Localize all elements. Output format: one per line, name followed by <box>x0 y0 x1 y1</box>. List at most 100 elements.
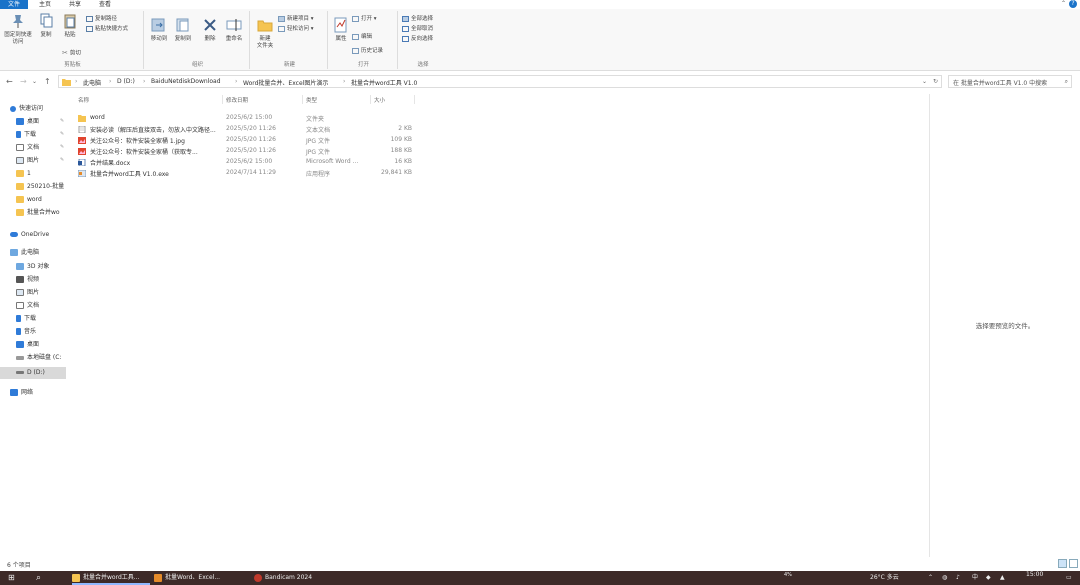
nav-network[interactable]: 网络 <box>10 387 33 399</box>
search-input[interactable]: 在 批量合并word工具 V1.0 中搜索 ⌕ <box>948 75 1072 88</box>
column-name[interactable]: 名称 <box>78 96 89 104</box>
weather-widget[interactable]: 26°C 多云 <box>870 571 899 585</box>
paste-shortcut-button[interactable]: 粘贴快捷方式 <box>86 25 128 33</box>
ime-indicator[interactable]: 中 <box>972 571 978 585</box>
nav-drive-d[interactable]: D (D:) <box>0 367 66 379</box>
taskbar-bandicam[interactable]: Bandicam 2024 <box>254 571 334 585</box>
rename-button[interactable]: 重命名 <box>222 17 246 43</box>
new-folder-button[interactable]: 新建 文件夹 <box>254 17 276 50</box>
address-dropdown-icon[interactable]: ⌄ <box>922 78 927 85</box>
new-item-label: 新建项目 <box>287 16 310 22</box>
column-separator[interactable] <box>414 95 415 104</box>
organize-group-label: 组织 <box>191 62 203 68</box>
copy-path-button[interactable]: 复制路径 <box>86 15 117 23</box>
chevron-up-icon[interactable]: ⌃ <box>1061 0 1066 7</box>
breadcrumb-word-excel[interactable]: Word批量合并、Excel图片演示 <box>243 78 328 87</box>
breadcrumb-drive[interactable]: D (D:) <box>117 78 135 85</box>
column-separator[interactable] <box>370 95 371 104</box>
copy-button[interactable]: 复制 <box>36 13 56 39</box>
invert-selection-button[interactable]: 反向选择 <box>402 35 433 43</box>
open-button[interactable]: 打开 ▾ <box>352 15 377 23</box>
breadcrumb-current[interactable]: 批量合并word工具 V1.0 <box>351 78 417 87</box>
windows-start-icon[interactable]: ⊞ <box>8 571 15 585</box>
volume-icon[interactable]: ♪ <box>956 571 960 585</box>
nav-folder-word[interactable]: word <box>16 194 42 206</box>
delete-button[interactable]: 删除 <box>200 17 220 43</box>
easy-access-button[interactable]: 轻松访问 ▾ <box>278 25 314 33</box>
details-view-icon[interactable] <box>1058 559 1067 568</box>
address-row: ← → ⌄ ↑ › 此电脑 › D (D:) › BaiduNetdiskDow… <box>0 74 1080 89</box>
nav-pc-documents-label: 文档 <box>27 302 40 309</box>
nav-pc-pictures[interactable]: 图片 <box>16 287 39 299</box>
nav-downloads[interactable]: 下载 <box>16 129 36 141</box>
recent-dropdown-icon[interactable]: ⌄ <box>32 78 37 85</box>
column-type[interactable]: 类型 <box>306 96 317 104</box>
new-group: 新建 文件夹 新建项目 ▾ 轻松访问 ▾ 新建 <box>252 11 328 69</box>
nav-folder-1[interactable]: 1 <box>16 168 31 180</box>
address-bar[interactable]: › 此电脑 › D (D:) › BaiduNetdiskDownload › … <box>58 75 942 88</box>
cut-button[interactable]: ✂ 剪切 <box>62 49 81 58</box>
column-separator[interactable] <box>222 95 223 104</box>
security-icon[interactable]: ▲ <box>1000 571 1005 585</box>
tab-view[interactable]: 查看 <box>94 0 116 9</box>
column-size[interactable]: 大小 <box>374 96 385 104</box>
file-row[interactable]: word 2025/6/2 15:00 文件夹 <box>78 113 418 124</box>
copy-to-button[interactable]: 复制到 <box>172 17 194 43</box>
nav-videos[interactable]: 视频 <box>16 274 39 286</box>
invert-selection-icon <box>402 35 409 42</box>
nav-folder-250210[interactable]: 250210-批量 <box>16 181 64 193</box>
network-icon[interactable]: ◍ <box>942 571 947 585</box>
nav-this-pc[interactable]: 此电脑 <box>10 247 39 259</box>
breadcrumb-this-pc[interactable]: 此电脑 <box>83 78 101 87</box>
file-date: 2024/7/14 11:29 <box>226 169 276 176</box>
forward-arrow-icon[interactable]: → <box>20 77 27 86</box>
nav-quick-access[interactable]: 快速访问 <box>10 103 43 115</box>
file-row[interactable]: 批量合并word工具 V1.0.exe 2024/7/14 11:29 应用程序… <box>78 168 418 179</box>
nav-documents[interactable]: 文档 <box>16 142 39 154</box>
search-icon[interactable]: ⌕ <box>36 571 41 585</box>
nav-pc-downloads[interactable]: 下载 <box>16 313 36 325</box>
nav-pictures[interactable]: 图片 <box>16 155 39 167</box>
move-to-button[interactable]: 移动到 <box>148 17 170 43</box>
column-separator[interactable] <box>302 95 303 104</box>
nav-pc-documents[interactable]: 文档 <box>16 300 39 312</box>
edit-button[interactable]: 编辑 <box>352 33 372 41</box>
tab-share[interactable]: 共享 <box>64 0 86 9</box>
history-button[interactable]: 历史记录 <box>352 47 383 55</box>
nav-pc-desktop[interactable]: 桌面 <box>16 339 39 351</box>
properties-button[interactable]: 属性 <box>331 17 351 43</box>
breadcrumb-baidu[interactable]: BaiduNetdiskDownload <box>151 78 221 85</box>
new-item-button[interactable]: 新建项目 ▾ <box>278 15 314 23</box>
nav-local-disk-c[interactable]: 本地磁盘 (C: <box>16 352 61 364</box>
paste-icon <box>64 14 76 29</box>
back-arrow-icon[interactable]: ← <box>6 77 13 86</box>
nav-onedrive[interactable]: OneDrive <box>10 229 49 241</box>
tab-file[interactable]: 文件 <box>0 0 28 9</box>
column-date[interactable]: 修改日期 <box>226 96 248 104</box>
tab-home[interactable]: 主页 <box>34 0 56 9</box>
select-all-button[interactable]: 全部选择 <box>402 15 433 23</box>
app-tray-icon[interactable]: ◆ <box>986 571 991 585</box>
nav-desktop[interactable]: 桌面 <box>16 116 39 128</box>
paste-button[interactable]: 粘贴 <box>60 13 80 39</box>
file-row[interactable]: 安装必读（解压后直接双击，勿放入中文路径... 2025/5/20 11:26 … <box>78 124 418 135</box>
nav-folder-batch[interactable]: 批量合并wo <box>16 207 60 219</box>
nav-network-label: 网络 <box>21 389 34 396</box>
refresh-icon[interactable]: ↻ <box>933 78 938 85</box>
file-row[interactable]: 关注公众号：软件安装全家桶 1.jpg 2025/5/20 11:26 JPG … <box>78 135 418 146</box>
file-name: 批量合并word工具 V1.0.exe <box>90 171 169 178</box>
nav-music[interactable]: 音乐 <box>16 326 36 338</box>
notification-icon[interactable]: ▭ <box>1066 571 1072 585</box>
select-none-button[interactable]: 全部取消 <box>402 25 433 33</box>
nav-3d-objects[interactable]: 3D 对象 <box>16 261 49 273</box>
pin-quick-access-button[interactable]: 固定到快速访问 <box>4 13 32 46</box>
file-row[interactable]: 关注公众号：软件安装全家桶（获取专... 2025/5/20 11:26 JPG… <box>78 146 418 157</box>
app-icon <box>154 573 162 582</box>
up-arrow-icon[interactable]: ↑ <box>44 77 51 86</box>
chevron-up-icon[interactable]: ⌃ <box>928 571 933 585</box>
taskbar-batch-word[interactable]: 批量Word、Excel... <box>154 571 244 585</box>
file-row[interactable]: 合并结果.docx 2025/6/2 15:00 Microsoft Word … <box>78 157 418 168</box>
clock[interactable]: 15:00 <box>1026 571 1043 585</box>
large-icons-view-icon[interactable] <box>1069 559 1078 568</box>
help-icon[interactable]: ? <box>1069 0 1077 8</box>
